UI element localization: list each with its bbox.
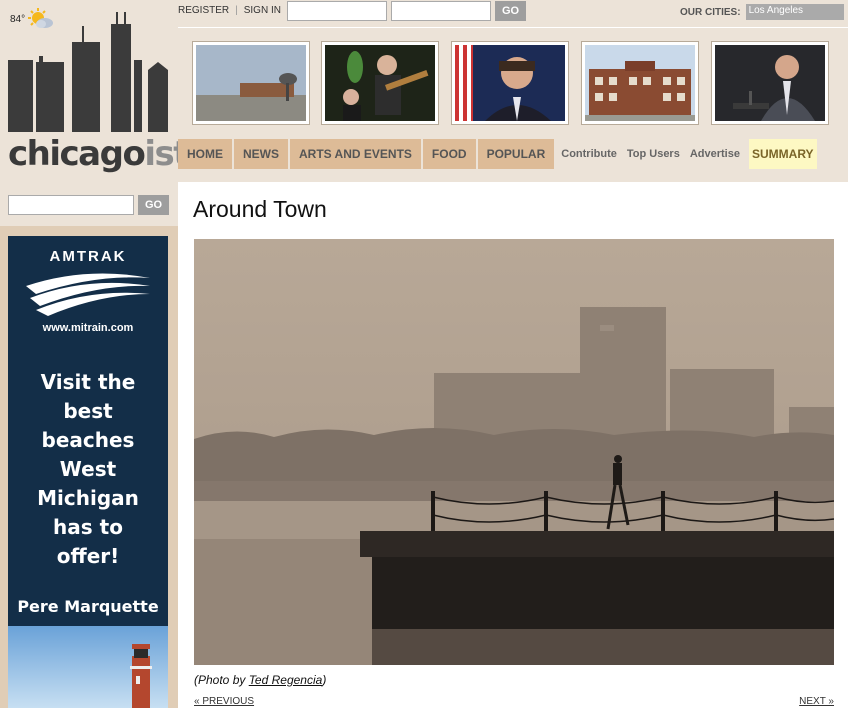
chicagoist-logo-text[interactable]: chicagoist: [8, 134, 189, 174]
article-photo: [194, 239, 834, 665]
ad-route-name: Pere Marquette: [17, 597, 159, 616]
cities-label: OUR CITIES:: [680, 6, 741, 18]
ad-tagline-line: West: [59, 457, 117, 481]
ad-tagline-line: best: [63, 399, 113, 423]
amtrak-swoosh-icon: [26, 273, 150, 316]
amtrak-ad-banner[interactable]: AMTRAK www.mitrain.com Visit the best be…: [8, 236, 168, 708]
site-search: GO: [8, 195, 170, 215]
nav-summary-button[interactable]: SUMMARY: [748, 139, 817, 169]
ad-tagline-line: Visit the: [40, 370, 136, 394]
logo-main: chicago: [8, 134, 146, 174]
next-link[interactable]: NEXT »: [799, 696, 834, 707]
ad-lighthouse-image: [8, 626, 168, 708]
header-divider: [178, 27, 848, 28]
caption-suffix: ): [322, 673, 327, 687]
login-form: GO: [287, 1, 527, 21]
username-field[interactable]: [287, 1, 387, 21]
nav-tab-arts-and-events[interactable]: ARTS AND EVENTS: [290, 139, 421, 169]
thumbnail-story[interactable]: [451, 41, 569, 125]
nav-tab-news[interactable]: NEWS: [234, 139, 288, 169]
thumbnail-story[interactable]: [321, 41, 439, 125]
nav-tab-popular[interactable]: POPULAR: [477, 139, 555, 169]
register-link[interactable]: REGISTER: [178, 5, 229, 16]
cities-select[interactable]: Los Angeles: [745, 4, 844, 20]
ad-tagline: Visit the best beaches West Michigan has…: [8, 368, 168, 571]
ad-tagline-line: Michigan: [37, 486, 139, 510]
site-search-input[interactable]: [8, 195, 134, 215]
caption-prefix: (Photo by: [194, 673, 249, 687]
ad-url: www.mitrain.com: [42, 322, 134, 334]
photo-caption: (Photo by Ted Regencia): [194, 673, 326, 687]
our-cities: OUR CITIES: Los Angeles: [680, 4, 844, 20]
ad-tagline-line: beaches: [41, 428, 135, 452]
nav-tab-food[interactable]: FOOD: [422, 139, 476, 169]
thumbnail-story[interactable]: [711, 41, 829, 125]
password-field[interactable]: [391, 1, 491, 21]
account-links: REGISTER | SIGN IN: [178, 5, 281, 16]
previous-link[interactable]: « PREVIOUS: [194, 696, 254, 707]
link-separator: |: [235, 5, 238, 16]
photographer-link[interactable]: Ted Regencia: [249, 673, 323, 687]
nav-link-top-users[interactable]: Top Users: [622, 148, 685, 160]
sign-in-link[interactable]: SIGN IN: [244, 5, 281, 16]
thumbnail-story[interactable]: [192, 41, 310, 125]
sidebar-ad-container: AMTRAK www.mitrain.com Visit the best be…: [0, 226, 178, 708]
ad-brand: AMTRAK: [49, 248, 127, 265]
lighthouse-icon: [130, 644, 152, 708]
nav-link-advertise[interactable]: Advertise: [685, 148, 745, 160]
thumbnail-story[interactable]: [581, 41, 699, 125]
login-go-button[interactable]: GO: [495, 1, 527, 21]
nav-link-contribute[interactable]: Contribute: [556, 148, 622, 160]
main-nav: HOME NEWS ARTS AND EVENTS FOOD POPULAR C…: [178, 139, 817, 169]
nav-tab-home[interactable]: HOME: [178, 139, 232, 169]
article-title: Around Town: [193, 196, 327, 222]
article: Around Town (Photo by Ted Regencia) « PR…: [178, 182, 848, 708]
ad-tagline-line: offer!: [56, 544, 120, 568]
article-pagination: « PREVIOUS NEXT »: [194, 696, 834, 707]
site-search-go-button[interactable]: GO: [138, 195, 170, 215]
ad-tagline-line: has to: [53, 515, 123, 539]
